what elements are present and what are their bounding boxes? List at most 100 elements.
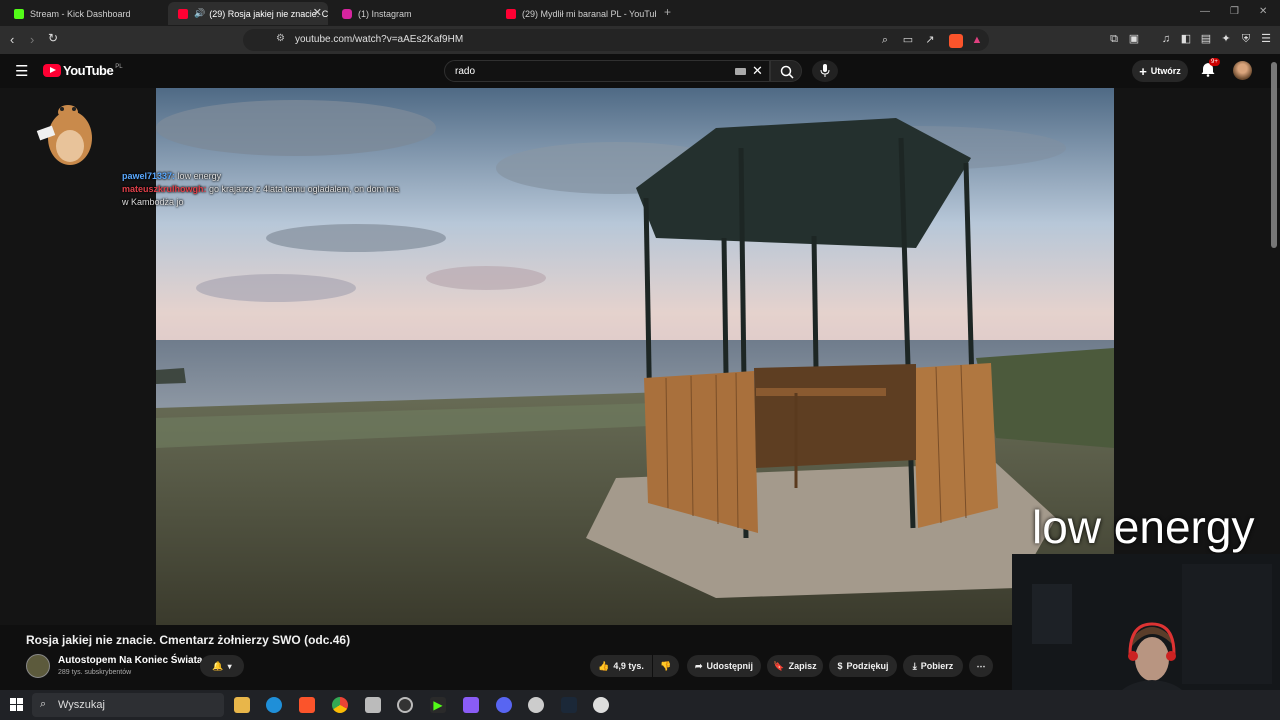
chat-username: pawel71337: — [122, 171, 176, 181]
close-tab-icon[interactable]: ✕ — [313, 6, 322, 19]
search-button[interactable] — [770, 60, 802, 82]
create-label: Utwórz — [1150, 66, 1181, 76]
steam-icon[interactable] — [561, 697, 577, 713]
app-icon[interactable] — [365, 697, 381, 713]
chat-message: mateuszkrulhowgh: go krajarze z 4lata te… — [122, 183, 402, 209]
youtube-favicon — [506, 8, 516, 19]
save-label: Zapisz — [788, 661, 817, 671]
rewards-icon[interactable]: ▲ — [971, 34, 983, 46]
like-button[interactable]: 👍 4,9 tys. — [590, 655, 652, 677]
tab-kick-dashboard[interactable]: Stream - Kick Dashboard — [4, 2, 164, 25]
tab-instagram[interactable]: (1) Instagram — [332, 2, 492, 25]
site-info-icon[interactable]: ⚙ — [276, 33, 285, 44]
youtube-header: ☰ YouTube PL rado ✕ + Utwórz 9+ — [0, 54, 1280, 88]
voice-search-button[interactable] — [812, 60, 838, 82]
download-label: Pobierz — [920, 661, 954, 671]
thumbs-down-icon: 👎 — [660, 660, 672, 671]
thanks-label: Podziękuj — [846, 661, 889, 671]
chat-text: low energy — [177, 171, 222, 181]
chat-username: mateuszkrulhowgh: — [122, 184, 207, 194]
windows-taskbar: ⌕ Wyszukaj ▶ — [0, 690, 1280, 720]
tab-title: Stream - Kick Dashboard — [30, 8, 131, 19]
sidebar-icon[interactable]: ◧ — [1180, 33, 1192, 45]
avatar[interactable] — [1233, 61, 1252, 80]
file-explorer-icon[interactable] — [234, 697, 250, 713]
address-bar-row: ‹ › ↻ 🔖 ⚙ youtube.com/watch?v=aAEs2Kaf9H… — [0, 26, 1280, 54]
browser-tab-bar: Stream - Kick Dashboard 🔊 (29) Rosja jak… — [0, 0, 1280, 26]
wallet-icon[interactable]: ▤ — [1200, 33, 1212, 45]
share-label: Udostępnij — [706, 661, 754, 671]
overlay-caption: low energy — [1032, 501, 1255, 553]
youtube-logo[interactable]: YouTube PL — [43, 63, 123, 78]
logo-region: PL — [115, 63, 123, 70]
download-button[interactable]: ⤓ Pobierz — [903, 655, 963, 677]
app-icon-2[interactable] — [463, 697, 479, 713]
microphone-icon — [820, 64, 830, 77]
cast-icon[interactable]: ▭ — [902, 34, 914, 46]
vpn-icon[interactable]: ⛨ — [1240, 33, 1252, 45]
video-title: Rosja jakiej nie znacie. Cmentarz żołnie… — [26, 633, 351, 647]
back-icon[interactable]: ‹ — [10, 32, 14, 47]
brave-shield-icon[interactable] — [949, 34, 963, 48]
subscriber-count: 289 tys. subskrybentów — [58, 669, 132, 676]
share-button[interactable]: ➦ Udostępnij — [687, 655, 761, 677]
save-button[interactable]: 🔖 Zapisz — [767, 655, 823, 677]
zoom-icon[interactable]: ⌕ — [879, 34, 891, 46]
forward-icon[interactable]: › — [30, 32, 34, 47]
speaker-icon: 🔊 — [194, 8, 206, 18]
plus-icon: + — [1139, 63, 1147, 79]
tab-title: (29) Rosja jakiej nie znacie. C — [209, 8, 328, 19]
brave-icon[interactable] — [299, 697, 315, 713]
chevron-down-icon: ▾ — [227, 661, 232, 671]
url-field[interactable]: ⚙ youtube.com/watch?v=aAEs2Kaf9HM ⌕ ▭ ↗ … — [243, 29, 989, 51]
app-icon-4[interactable] — [593, 697, 609, 713]
subscription-bell-button[interactable]: 🔔 ▾ — [200, 655, 244, 677]
share-icon[interactable]: ↗ — [924, 34, 936, 46]
more-actions-button[interactable]: ⋯ — [969, 655, 993, 677]
window-close-icon[interactable]: ✕ — [1259, 6, 1267, 17]
kick-icon — [14, 8, 24, 19]
edge-icon[interactable] — [266, 697, 282, 713]
like-count: 4,9 tys. — [613, 661, 644, 671]
right-backdrop — [1114, 88, 1280, 554]
obs-icon[interactable] — [397, 697, 413, 713]
notifications-button[interactable]: 9+ — [1201, 58, 1220, 78]
taskbar-search[interactable]: ⌕ Wyszukaj — [32, 693, 224, 717]
new-tab-icon[interactable]: + — [664, 5, 671, 19]
channel-avatar[interactable] — [26, 654, 50, 678]
hamster-sticker — [36, 105, 92, 165]
keyboard-icon[interactable] — [735, 68, 746, 75]
minimize-icon[interactable]: — — [1200, 6, 1210, 17]
leo-ai-icon[interactable]: ✦ — [1220, 33, 1232, 45]
menu-icon[interactable]: ☰ — [1260, 33, 1272, 45]
bookmark-icon: 🔖 — [773, 660, 785, 671]
hamburger-icon[interactable]: ☰ — [15, 62, 28, 80]
reload-icon[interactable]: ↻ — [48, 31, 58, 45]
tab-youtube-active[interactable]: 🔊 (29) Rosja jakiej nie znacie. C ✕ — [168, 2, 328, 25]
download-icon: ⤓ — [912, 660, 917, 671]
search-value: rado — [455, 66, 476, 77]
thanks-button[interactable]: $ Podziękuj — [829, 655, 897, 677]
kick-icon[interactable]: ▶ — [430, 697, 446, 713]
chat-message: pawel71337: low energy — [122, 171, 402, 181]
maximize-icon[interactable]: ❐ — [1230, 6, 1239, 17]
clear-search-icon[interactable]: ✕ — [752, 63, 763, 79]
app-icon-3[interactable] — [528, 697, 544, 713]
video-player[interactable] — [156, 88, 1114, 625]
tab-youtube-2[interactable]: (29) Mydlił mi baranal PL - YouTube — [496, 2, 656, 25]
tab-title: (29) Mydlił mi baranal PL - YouTube — [522, 8, 656, 19]
bell-icon: 🔔 — [212, 660, 224, 671]
music-icon[interactable]: ♫ — [1160, 33, 1172, 45]
tab-title: (1) Instagram — [358, 8, 412, 19]
stream-chat-overlay: pawel71337: low energy mateuszkrulhowgh:… — [122, 171, 402, 209]
page-scrollbar[interactable] — [1271, 62, 1277, 248]
screenshot-icon[interactable]: ▣ — [1128, 33, 1140, 45]
create-button[interactable]: + Utwórz — [1132, 60, 1188, 82]
discord-icon[interactable] — [496, 697, 512, 713]
channel-name[interactable]: Autostopem Na Koniec Świata — [58, 655, 202, 666]
search-input[interactable]: rado ✕ — [444, 60, 770, 82]
windows-start-icon[interactable] — [10, 698, 23, 711]
dislike-button[interactable]: 👎 — [653, 655, 679, 677]
chrome-icon[interactable] — [332, 697, 348, 713]
extensions-icon[interactable]: ⧉ — [1108, 33, 1120, 45]
